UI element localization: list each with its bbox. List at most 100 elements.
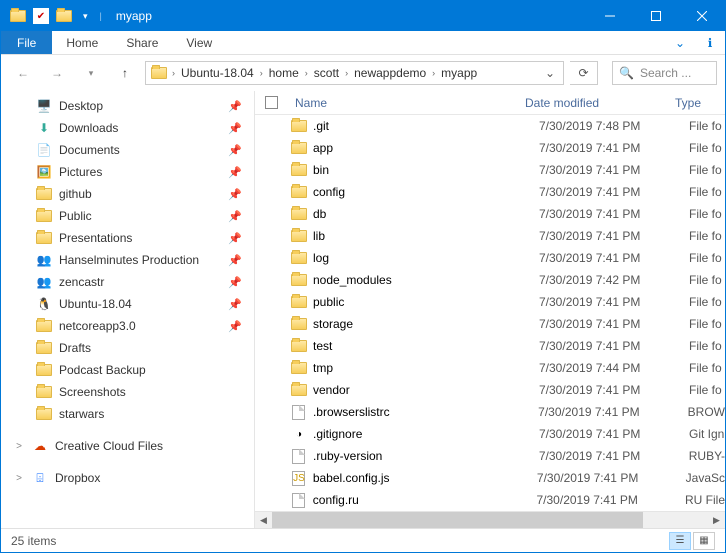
file-type: File fo [689,185,725,199]
nav-item[interactable]: 🐧 Ubuntu-18.04 📌 [1,293,254,315]
file-date: 7/30/2019 7:41 PM [539,295,689,309]
file-row[interactable]: config.ru 7/30/2019 7:41 PM RU File [255,489,725,511]
file-row[interactable]: vendor 7/30/2019 7:41 PM File fo [255,379,725,401]
horizontal-scrollbar[interactable]: ◀ ▶ [255,511,725,528]
nav-item[interactable]: 👥 Hanselminutes Production 📌 [1,249,254,271]
file-date: 7/30/2019 7:41 PM [537,471,686,485]
nav-item[interactable]: 🖥️ Desktop 📌 [1,95,254,117]
nav-item-label: Documents [59,143,222,157]
breadcrumb-item[interactable]: Ubuntu-18.04 [179,66,256,80]
file-row[interactable]: tmp 7/30/2019 7:44 PM File fo [255,357,725,379]
file-row[interactable]: db 7/30/2019 7:41 PM File fo [255,203,725,225]
file-name: storage [309,317,539,331]
file-tab[interactable]: File [1,31,52,54]
properties-icon[interactable]: ✔ [33,8,49,24]
dropbox-icon: ⌹ [31,469,49,487]
nav-item[interactable]: 🖼️ Pictures 📌 [1,161,254,183]
file-row[interactable]: .git 7/30/2019 7:48 PM File fo [255,115,725,137]
tab-share[interactable]: Share [112,31,172,54]
file-row[interactable]: public 7/30/2019 7:41 PM File fo [255,291,725,313]
close-button[interactable] [679,1,725,31]
file-name: public [309,295,539,309]
file-name: db [309,207,539,221]
maximize-button[interactable] [633,1,679,31]
chevron-right-icon[interactable]: › [428,68,439,78]
nav-item-label: Screenshots [59,385,254,399]
nav-item[interactable]: Public 📌 [1,205,254,227]
tab-view[interactable]: View [172,31,226,54]
scroll-left-icon[interactable]: ◀ [255,512,272,529]
search-placeholder: Search ... [640,66,691,80]
chevron-right-icon[interactable]: › [256,68,267,78]
nav-item[interactable]: 👥 zencastr 📌 [1,271,254,293]
nav-item[interactable]: Presentations 📌 [1,227,254,249]
scrollbar-thumb[interactable] [272,512,643,529]
nav-item[interactable]: Podcast Backup [1,359,254,381]
tab-home[interactable]: Home [52,31,112,54]
folder-icon [289,315,309,333]
nav-root[interactable]: > ⌹ Dropbox [1,467,254,489]
folder-icon [289,359,309,377]
expand-icon[interactable]: > [13,473,25,484]
back-button[interactable]: ← [9,59,37,87]
new-folder-icon[interactable] [53,5,75,27]
file-date: 7/30/2019 7:41 PM [539,163,689,177]
nav-item[interactable]: Drafts [1,337,254,359]
column-date[interactable]: Date modified [519,96,669,110]
window-title: myapp [116,9,587,23]
nav-item[interactable]: 📄 Documents 📌 [1,139,254,161]
nav-item[interactable]: ⬇ Downloads 📌 [1,117,254,139]
minimize-button[interactable] [587,1,633,31]
scroll-right-icon[interactable]: ▶ [708,512,725,529]
file-name: app [309,141,539,155]
column-name[interactable]: Name [289,96,519,110]
file-row[interactable]: ◑ .gitignore 7/30/2019 7:41 PM Git Ign [255,423,725,445]
breadcrumb-item[interactable]: scott [312,66,341,80]
up-button[interactable]: ↑ [111,59,139,87]
large-icons-view-button[interactable]: ▦ [693,532,715,550]
details-view-button[interactable]: ☰ [669,532,691,550]
file-type: File fo [689,163,725,177]
select-all-checkbox[interactable] [265,96,278,109]
expand-icon[interactable]: > [13,441,25,452]
file-row[interactable]: JS babel.config.js 7/30/2019 7:41 PM Jav… [255,467,725,489]
file-row[interactable]: .ruby-version 7/30/2019 7:41 PM RUBY- [255,445,725,467]
people-icon: 👥 [35,251,53,269]
file-row[interactable]: app 7/30/2019 7:41 PM File fo [255,137,725,159]
nav-item[interactable]: github 📌 [1,183,254,205]
forward-button[interactable]: → [43,59,71,87]
breadcrumb-item[interactable]: newappdemo [352,66,428,80]
column-type[interactable]: Type [669,96,725,110]
chevron-right-icon[interactable]: › [301,68,312,78]
recent-locations-icon[interactable]: ▾ [77,59,105,87]
qat-customize-icon[interactable]: ▾ [79,11,92,22]
file-type: File fo [689,141,725,155]
breadcrumb-dropdown-icon[interactable]: ⌄ [537,66,563,80]
ribbon-help-icon[interactable]: ℹ [695,31,725,54]
file-row[interactable]: test 7/30/2019 7:41 PM File fo [255,335,725,357]
nav-item[interactable]: netcoreapp3.0 📌 [1,315,254,337]
file-row[interactable]: log 7/30/2019 7:41 PM File fo [255,247,725,269]
file-name: babel.config.js [309,471,537,485]
file-row[interactable]: .browserslistrc 7/30/2019 7:41 PM BROW [255,401,725,423]
file-row[interactable]: storage 7/30/2019 7:41 PM File fo [255,313,725,335]
chevron-right-icon[interactable]: › [341,68,352,78]
ribbon-expand-icon[interactable]: ⌄ [665,31,695,54]
refresh-button[interactable]: ⟳ [570,61,598,85]
file-row[interactable]: config 7/30/2019 7:41 PM File fo [255,181,725,203]
nav-item[interactable]: Screenshots [1,381,254,403]
nav-item[interactable]: starwars [1,403,254,425]
pin-icon: 📌 [228,276,254,289]
breadcrumb-item[interactable]: home [267,66,301,80]
navigation-pane[interactable]: 🖥️ Desktop 📌⬇ Downloads 📌📄 Documents 📌🖼️… [1,91,255,528]
breadcrumb[interactable]: › Ubuntu-18.04 › home › scott › newappde… [145,61,564,85]
chevron-right-icon[interactable]: › [168,68,179,78]
breadcrumb-item[interactable]: myapp [439,66,479,80]
nav-item-label: Drafts [59,341,254,355]
file-row[interactable]: lib 7/30/2019 7:41 PM File fo [255,225,725,247]
file-row[interactable]: bin 7/30/2019 7:41 PM File fo [255,159,725,181]
file-type: Git Ign [689,427,725,441]
search-input[interactable]: 🔍 Search ... [612,61,717,85]
file-row[interactable]: node_modules 7/30/2019 7:42 PM File fo [255,269,725,291]
nav-root[interactable]: > ☁ Creative Cloud Files [1,435,254,457]
